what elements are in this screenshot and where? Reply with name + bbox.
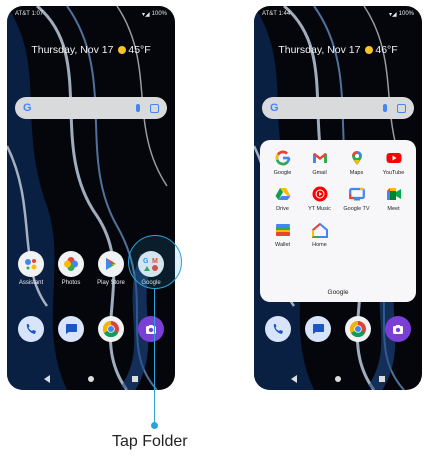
chrome-icon (98, 316, 124, 342)
lens-icon[interactable] (150, 103, 159, 113)
carrier-time: AT&T 1:44 (262, 11, 291, 17)
google-tv-icon (348, 186, 365, 202)
folder-app-google-tv[interactable]: Google TV (338, 186, 375, 212)
folder-app-youtube[interactable]: YouTube (375, 150, 412, 176)
phone-icon (18, 316, 44, 342)
folder-highlight-circle (128, 235, 182, 289)
date-weather[interactable]: Thursday, Nov 17 46°F (254, 44, 422, 56)
drive-icon (275, 186, 291, 202)
recents-icon[interactable] (132, 376, 138, 382)
app-label: Meet (387, 206, 400, 212)
status-bar: AT&T 1:44 ▾◢ 100% (262, 9, 414, 19)
youtube-icon (386, 150, 402, 166)
nav-bar (7, 373, 175, 385)
temperature: 45°F (128, 44, 151, 56)
callout-line (154, 289, 156, 425)
callout-dot (151, 422, 158, 429)
sun-icon (118, 46, 127, 54)
folder-app-home[interactable]: Home (301, 222, 338, 248)
wallet-icon (275, 222, 291, 238)
phone-screen-right: AT&T 1:44 ▾◢ 100% Thursday, Nov 17 46°F … (254, 6, 422, 390)
dock-phone[interactable] (11, 316, 51, 342)
battery-level: 100% (151, 11, 167, 17)
messages-icon (58, 316, 84, 342)
chrome-icon (345, 316, 371, 342)
folder-app-drive[interactable]: Drive (264, 186, 301, 212)
home-icon (311, 222, 328, 238)
app-label: Wallet (274, 242, 291, 248)
home-nav-icon[interactable] (335, 376, 341, 382)
gmail-icon (312, 150, 328, 166)
signal-icon: ▾◢ (389, 11, 397, 18)
folder-app-google[interactable]: Google (264, 150, 301, 176)
meet-icon (386, 186, 402, 202)
app-label: Maps (349, 170, 364, 176)
date-text: Thursday, Nov 17 (31, 44, 114, 56)
app-label: Play Store (97, 280, 125, 286)
lens-icon[interactable] (397, 103, 406, 113)
app-label: YouTube (382, 170, 405, 176)
folder-app-wallet[interactable]: Wallet (264, 222, 301, 248)
google-g-icon: G (23, 102, 32, 114)
app-label: Google (273, 170, 292, 176)
carrier-time: AT&T 1:07 (15, 11, 44, 17)
app-label: Drive (276, 206, 289, 212)
app-photos[interactable]: Photos (51, 251, 91, 286)
messages-icon (305, 316, 331, 342)
dock-chrome[interactable] (338, 316, 378, 342)
home-nav-icon[interactable] (88, 376, 94, 382)
google-folder-popup: Google Gmail Maps YouTube Drive YT Music… (260, 140, 416, 302)
dock-camera[interactable] (378, 316, 418, 342)
nav-bar (254, 373, 422, 385)
camera-icon (138, 316, 164, 342)
play-store-icon (98, 251, 124, 277)
recents-icon[interactable] (379, 376, 385, 382)
camera-icon (385, 316, 411, 342)
back-icon[interactable] (44, 375, 50, 383)
search-bar[interactable]: G (15, 97, 167, 119)
dock-phone[interactable] (258, 316, 298, 342)
app-label: Home (312, 242, 327, 248)
dock-messages[interactable] (51, 316, 91, 342)
assistant-icon (18, 251, 44, 277)
dock-camera[interactable] (131, 316, 171, 342)
app-label: Photos (61, 280, 81, 286)
google-g-icon: G (270, 102, 279, 114)
folder-app-yt-music[interactable]: YT Music (301, 186, 338, 212)
maps-icon (349, 150, 365, 166)
folder-app-gmail[interactable]: Gmail (301, 150, 338, 176)
app-label: Google TV (343, 206, 370, 212)
app-assistant[interactable]: Assistant (11, 251, 51, 286)
app-label: Gmail (312, 170, 327, 176)
status-bar: AT&T 1:07 ▾◢ 100% (15, 9, 167, 19)
phone-icon (265, 316, 291, 342)
battery-level: 100% (398, 11, 414, 17)
phone-screen-left: AT&T 1:07 ▾◢ 100% Thursday, Nov 17 45°F … (7, 6, 175, 390)
mic-icon[interactable] (383, 104, 387, 112)
photos-icon (58, 251, 84, 277)
folder-name[interactable]: Google (260, 289, 416, 296)
app-label: Assistant (18, 280, 44, 286)
dock-chrome[interactable] (91, 316, 131, 342)
folder-app-maps[interactable]: Maps (338, 150, 375, 176)
yt-music-icon (312, 186, 328, 202)
app-play-store[interactable]: Play Store (91, 251, 131, 286)
search-bar[interactable]: G (262, 97, 414, 119)
mic-icon[interactable] (136, 104, 140, 112)
back-icon[interactable] (291, 375, 297, 383)
signal-icon: ▾◢ (142, 11, 150, 18)
app-label: YT Music (308, 206, 331, 212)
sun-icon (365, 46, 374, 54)
date-text: Thursday, Nov 17 (278, 44, 361, 56)
callout-label: Tap Folder (112, 433, 188, 450)
date-weather[interactable]: Thursday, Nov 17 45°F (7, 44, 175, 56)
google-g-icon (275, 150, 291, 166)
folder-app-meet[interactable]: Meet (375, 186, 412, 212)
dock-messages[interactable] (298, 316, 338, 342)
temperature: 46°F (375, 44, 398, 56)
